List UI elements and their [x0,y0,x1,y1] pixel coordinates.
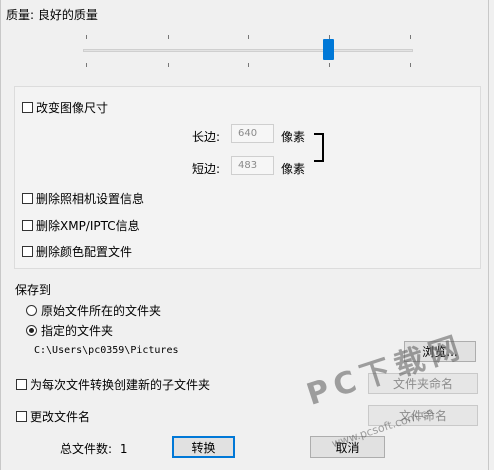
create-subfolder-label: 为每次文件转换创建新的子文件夹 [30,378,211,392]
short-side-label: 短边: [192,162,221,176]
slider-tick [410,35,411,39]
rename-file-label: 更改文件名 [30,410,91,424]
specified-folder-radio[interactable]: 指定的文件夹 [26,322,113,339]
long-side-unit: 像素 [281,130,306,144]
radio-circle-selected[interactable] [26,325,37,336]
checkbox-box[interactable] [22,246,33,257]
file-naming-button[interactable]: 文件命名 [368,405,478,426]
slider-tick [329,63,330,67]
checkbox-box[interactable] [16,411,27,422]
save-to-heading: 保存到 [15,283,52,297]
remove-camera-info-checkbox[interactable]: 删除照相机设置信息 [22,190,144,207]
create-subfolder-checkbox[interactable]: 为每次文件转换创建新的子文件夹 [16,376,210,393]
rename-file-checkbox[interactable]: 更改文件名 [16,408,90,425]
slider-tick [86,35,87,39]
checkbox-box[interactable] [22,102,33,113]
total-files: 总文件数: 1 [60,440,128,457]
output-path: C:\Users\pc0359\Pictures [34,345,179,356]
window-left-border [0,0,1,470]
quality-label: 质量: 良好的质量 [6,8,98,22]
remove-xmp-checkbox[interactable]: 删除XMP/IPTC信息 [22,217,140,234]
specified-folder-label: 指定的文件夹 [41,324,114,338]
checkbox-box[interactable] [22,193,33,204]
resize-checkbox[interactable]: 改变图像尺寸 [22,99,108,116]
resize-checkbox-label: 改变图像尺寸 [36,101,109,115]
remove-camera-info-label: 删除照相机设置信息 [36,192,145,206]
slider-tick [248,63,249,67]
short-side-unit: 像素 [281,162,306,176]
slider-tick [168,63,169,67]
slider-tick [86,63,87,67]
slider-tick [168,35,169,39]
original-folder-label: 原始文件所在的文件夹 [41,304,162,318]
aspect-link-bracket [314,133,324,162]
window-right-border [488,0,489,470]
browse-button[interactable]: 浏览... [404,341,476,362]
long-side-input[interactable]: 640 [231,124,274,143]
total-files-label: 总文件数: [60,442,113,456]
long-side-label: 长边: [192,130,221,144]
convert-button[interactable]: 转换 [172,436,235,458]
quality-slider-track[interactable] [83,49,413,52]
checkbox-box[interactable] [22,220,33,231]
cancel-button[interactable]: 取消 [310,436,385,458]
radio-circle[interactable] [26,305,37,316]
total-files-count: 1 [119,442,128,456]
remove-color-profile-label: 删除颜色配置文件 [36,245,133,259]
quality-slider-thumb[interactable] [323,39,334,60]
remove-xmp-label: 删除XMP/IPTC信息 [36,219,140,233]
original-folder-radio[interactable]: 原始文件所在的文件夹 [26,302,161,319]
short-side-input[interactable]: 483 [231,156,274,175]
remove-color-profile-checkbox[interactable]: 删除颜色配置文件 [22,243,132,260]
folder-naming-button[interactable]: 文件夹命名 [368,373,478,394]
watermark-logo-text: PC下载网 [302,328,470,413]
checkbox-box[interactable] [16,379,27,390]
slider-tick [248,35,249,39]
slider-tick [410,63,411,67]
